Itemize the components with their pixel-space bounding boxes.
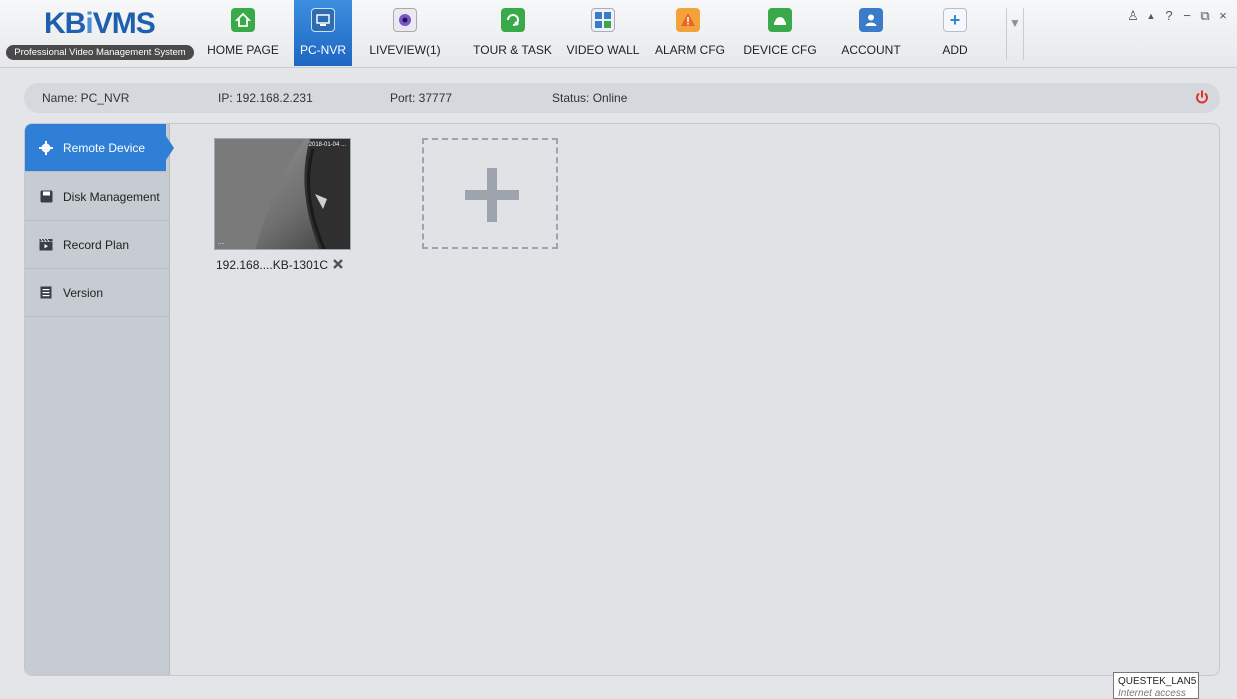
nav-label: ADD [942,43,968,57]
alarm-icon [676,8,700,32]
power-icon[interactable] [1194,89,1210,105]
pc-nvr-icon [311,8,335,32]
device-status: Status: Online [552,91,628,105]
sidebar-item-label: Remote Device [63,140,146,155]
nav-pc-nvr[interactable]: PC-NVR [294,0,352,66]
nav-label: HOME PAGE [207,43,279,57]
user-icon[interactable]: ♙ [1126,8,1140,24]
nav-liveview[interactable]: LIVEVIEW(1) [360,0,450,66]
restore-button[interactable]: ⧉ [1198,8,1212,24]
sidebar-item-version[interactable]: Version [25,269,170,317]
lock-icon[interactable]: ▲ [1144,11,1158,21]
remove-device-icon[interactable] [332,258,344,270]
app-logo: KBiVMS Professional Video Management Sys… [6,5,196,65]
nav-add[interactable]: + ADD [930,0,980,66]
help-button[interactable]: ? [1162,8,1176,23]
more-tabs-dropdown[interactable]: ▼ [1006,8,1024,60]
nav-label: ALARM CFG [655,43,726,57]
nav-account[interactable]: ACCOUNT [838,0,904,66]
device-info-bar: Name: PC_NVR IP: 192.168.2.231 Port: 377… [24,83,1220,113]
sidebar-item-label: Record Plan [63,237,130,252]
device-port: Port: 37777 [390,91,453,105]
nav-label: TOUR & TASK [473,43,552,57]
document-icon [39,286,53,300]
add-device-tile[interactable] [422,138,558,249]
camera-name-overlay: .... [218,240,225,246]
sidebar: Remote Device Disk Management Record Pla… [25,124,174,675]
device-name: Name: PC_NVR [42,91,130,105]
nav-tour-task[interactable]: TOUR & TASK [470,0,555,66]
device-cfg-icon [768,8,792,32]
gear-icon [39,140,53,155]
nav-video-wall[interactable]: VIDEO WALL [563,0,643,66]
camera-timestamp-overlay: 2018-01-04 ... [308,142,346,148]
nav-home-page[interactable]: HOME PAGE [206,0,280,66]
device-ip: IP: 192.168.2.231 [218,91,313,105]
sidebar-item-label: Version [63,285,104,300]
plus-icon: + [943,8,967,32]
device-label: 192.168....KB-1301C [216,258,329,272]
nav-label: VIDEO WALL [566,43,640,57]
logo-text: KBiVMS [44,7,156,40]
sidebar-item-record-plan[interactable]: Record Plan [25,221,170,269]
top-toolbar: KBiVMS Professional Video Management Sys… [0,0,1237,68]
clapperboard-icon [39,238,53,252]
video-wall-icon [591,8,615,32]
network-tooltip: QUESTEK_LAN5 Internet access [1113,672,1199,699]
nav-label: DEVICE CFG [743,43,817,57]
nav-label: ACCOUNT [841,43,901,57]
network-status: Internet access [1118,688,1186,699]
nav-alarm-cfg[interactable]: ALARM CFG [655,0,726,66]
account-icon [859,8,883,32]
home-icon [231,8,255,32]
sidebar-item-remote-device[interactable]: Remote Device [25,124,174,172]
nav-label: LIVEVIEW(1) [369,43,441,57]
network-name: QUESTEK_LAN5 [1118,676,1197,687]
disk-icon [39,190,53,204]
main-panel: Remote Device Disk Management Record Pla… [24,123,1220,676]
camera-lens-icon [393,8,417,32]
close-button[interactable]: × [1216,8,1230,23]
tour-task-icon [500,8,525,32]
device-thumbnail[interactable]: 2018-01-04 ... .... [214,138,351,250]
sidebar-item-label: Disk Management [63,189,160,204]
logo-subtitle: Professional Video Management System [6,45,194,60]
nav-device-cfg[interactable]: DEVICE CFG [740,0,820,66]
minimize-button[interactable]: − [1180,8,1194,23]
sidebar-item-disk-management[interactable]: Disk Management [25,173,170,221]
nav-label: PC-NVR [299,43,346,57]
